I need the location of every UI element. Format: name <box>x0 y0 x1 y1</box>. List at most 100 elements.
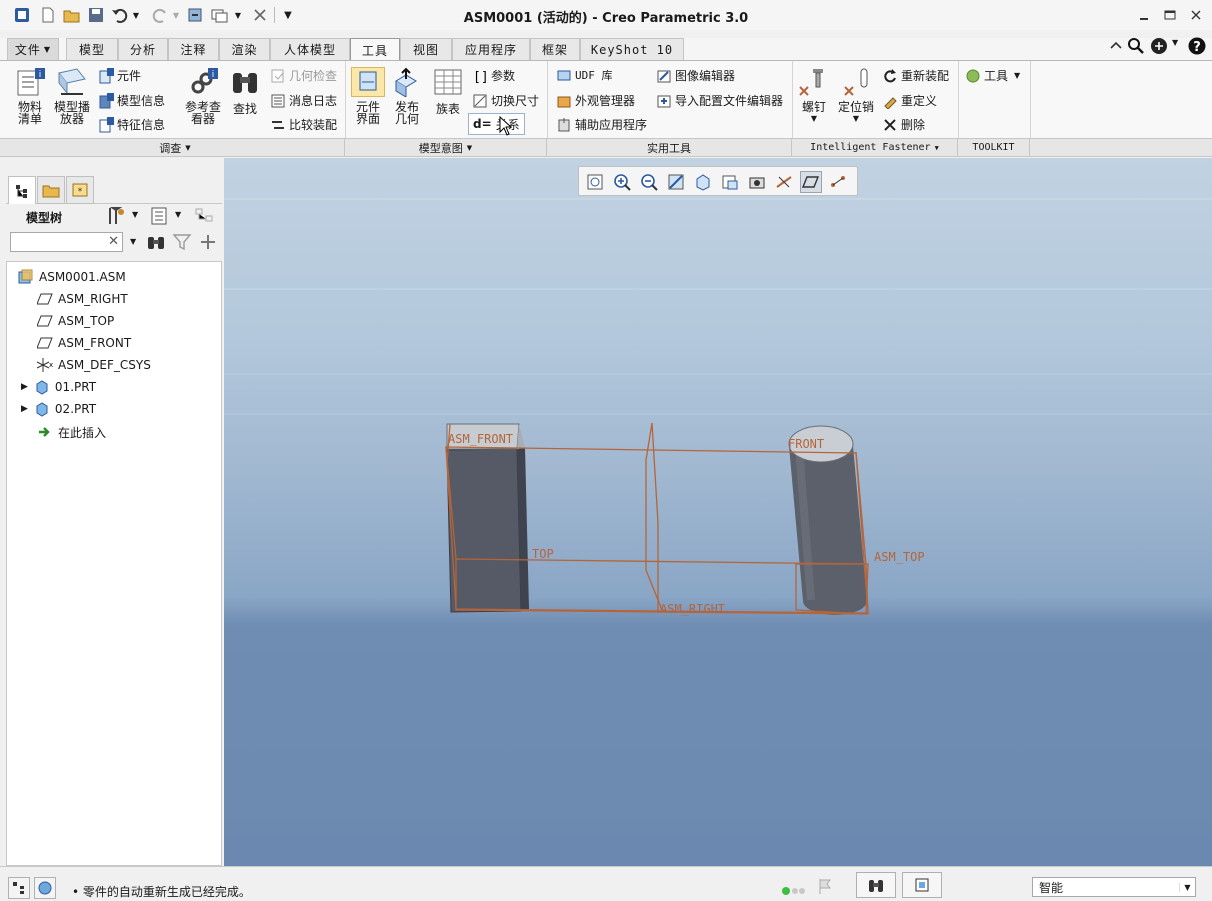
tree-settings-icon[interactable] <box>106 206 128 226</box>
parameters-button[interactable]: [] 参数 <box>472 67 515 85</box>
screw-button[interactable]: 螺钉 ▼ <box>796 67 832 125</box>
zoom-out-icon[interactable] <box>638 171 660 193</box>
tree-item-02-prt[interactable]: ▶ 02.PRT <box>21 398 96 420</box>
appearance-manager-button[interactable]: 外观管理器 <box>556 92 635 109</box>
tab-framework[interactable]: 框架 <box>530 38 580 60</box>
import-config-editor-button[interactable]: 导入配置文件编辑器 <box>656 92 783 109</box>
help-icon[interactable]: ? <box>1188 37 1206 55</box>
graphics-viewport[interactable]: ASM_FRONT TOP FRONT ASM_TOP ASM_RIGHT <box>224 158 1212 866</box>
tab-applications[interactable]: 应用程序 <box>452 38 530 60</box>
browser-icon[interactable] <box>34 877 56 899</box>
repaint-icon[interactable] <box>665 171 687 193</box>
feature-info-button[interactable]: 特征信息 <box>98 116 165 133</box>
tree-item-asm0001[interactable]: ASM0001.ASM <box>17 266 126 288</box>
auxiliary-apps-button[interactable]: 辅助应用程序 <box>556 116 647 133</box>
search-icon[interactable] <box>1127 37 1145 55</box>
regenerate-icon[interactable] <box>186 5 206 25</box>
group-model-intent[interactable]: 模型意图 ▼ <box>345 139 547 156</box>
switch-dimensions-button[interactable]: 切换尺寸 <box>472 92 539 109</box>
close-window-icon[interactable] <box>250 5 270 25</box>
community-icon[interactable] <box>1150 37 1168 55</box>
expand-arrow-icon[interactable]: ▶ <box>21 382 28 392</box>
collapse-ribbon-icon[interactable] <box>1108 38 1124 54</box>
filter-icon[interactable] <box>172 232 192 252</box>
undo-dropdown-icon[interactable]: ▼ <box>130 5 142 25</box>
spin-center-icon[interactable] <box>827 171 849 193</box>
add-icon[interactable] <box>198 232 218 252</box>
folder-browser-tab-icon[interactable] <box>37 176 65 204</box>
tab-model[interactable]: 模型 <box>66 38 118 60</box>
component-interface-button[interactable]: 元件 界面 <box>350 67 386 125</box>
redefine-button[interactable]: 重定义 <box>882 92 937 110</box>
flag-icon[interactable] <box>818 878 832 894</box>
app-menu-icon[interactable] <box>12 5 32 25</box>
group-investigate[interactable]: 调查 ▼ <box>6 139 345 156</box>
saved-orientations-icon[interactable] <box>692 171 714 193</box>
tree-item-01-prt[interactable]: ▶ 01.PRT <box>21 376 96 398</box>
zoom-in-icon[interactable] <box>611 171 633 193</box>
selection-filter-button[interactable] <box>902 872 942 898</box>
reference-viewer-button[interactable]: i 参考查 看器 <box>180 67 226 125</box>
delete-button[interactable]: 删除 <box>882 116 925 133</box>
chevron-down-icon[interactable]: ▼ <box>1179 882 1195 892</box>
toggle-navigator-icon[interactable] <box>8 877 30 899</box>
geometry-check-button[interactable]: 几何检查 <box>270 67 337 84</box>
tab-file[interactable]: 文件 ▼ <box>7 38 59 60</box>
box-part[interactable] <box>446 423 529 613</box>
tree-filters-icon[interactable] <box>194 206 216 226</box>
component-button[interactable]: 元件 <box>98 67 141 84</box>
tree-item-asm-top[interactable]: ASM_TOP <box>36 310 114 332</box>
model-player-button[interactable]: 模型播 放器 <box>50 67 94 125</box>
tree-settings-dropdown-icon[interactable]: ▼ <box>132 210 138 219</box>
windows-dropdown-icon[interactable]: ▼ <box>232 5 244 25</box>
tab-analysis[interactable]: 分析 <box>118 38 168 60</box>
model-tree-tab-icon[interactable] <box>8 176 36 204</box>
clear-search-icon[interactable]: ✕ <box>108 234 119 249</box>
tree-item-asm-front[interactable]: ASM_FRONT <box>36 332 131 354</box>
redo-dropdown-icon[interactable]: ▼ <box>170 5 182 25</box>
windows-icon[interactable] <box>210 5 230 25</box>
tab-tools[interactable]: 工具 <box>350 38 400 61</box>
datum-display-icon[interactable] <box>773 171 795 193</box>
save-icon[interactable] <box>86 5 106 25</box>
tab-render[interactable]: 渲染 <box>219 38 270 60</box>
tab-view[interactable]: 视图 <box>400 38 452 60</box>
tree-search-field[interactable]: ✕ <box>10 232 123 252</box>
find-button[interactable]: 查找 <box>226 67 264 115</box>
search-dropdown-icon[interactable]: ▼ <box>130 237 136 246</box>
toolkit-tools-button[interactable]: 工具 ▼ <box>965 67 1020 84</box>
refit-icon[interactable] <box>584 171 606 193</box>
redo-icon[interactable] <box>150 5 170 25</box>
minimize-button[interactable] <box>1132 6 1156 24</box>
relations-button[interactable]: d=关系 <box>468 113 525 135</box>
family-table-button[interactable]: 族表 <box>430 67 466 115</box>
new-icon[interactable] <box>38 5 58 25</box>
tab-keyshot[interactable]: KeyShot 10 <box>580 38 684 60</box>
dowel-button[interactable]: 定位销 ▼ <box>834 67 878 125</box>
tree-search-input[interactable] <box>11 233 106 251</box>
tree-item-asm-def-csys[interactable]: x ASM_DEF_CSYS <box>35 354 151 376</box>
expand-arrow-icon[interactable]: ▶ <box>21 404 28 414</box>
udf-library-button[interactable]: UDF 库 <box>556 67 613 83</box>
tree-columns-icon[interactable] <box>150 206 170 226</box>
undo-icon[interactable] <box>110 5 130 25</box>
image-editor-button[interactable]: 图像编辑器 <box>656 67 735 84</box>
tab-manikin[interactable]: 人体模型 <box>270 38 350 60</box>
find-button-status[interactable] <box>856 872 896 898</box>
compare-assembly-button[interactable]: 比较装配 <box>270 116 337 133</box>
group-intelligent-fastener[interactable]: Intelligent Fastener ▼ <box>792 139 958 156</box>
close-button[interactable] <box>1184 6 1208 24</box>
tree-item-asm-right[interactable]: ASM_RIGHT <box>36 288 128 310</box>
selection-filter-dropdown[interactable]: 智能 ▼ <box>1032 877 1196 897</box>
datum-planes-toggle-icon[interactable] <box>800 171 822 193</box>
customize-icon[interactable]: ▼ <box>278 5 298 25</box>
open-icon[interactable] <box>62 5 82 25</box>
reassemble-button[interactable]: 重新装配 <box>882 67 949 84</box>
model-info-button[interactable]: 模型信息 <box>98 92 165 109</box>
favorites-tab-icon[interactable]: * <box>66 176 94 204</box>
view-manager-icon[interactable] <box>719 171 741 193</box>
perspective-view-icon[interactable] <box>746 171 768 193</box>
publish-geometry-button[interactable]: 发布 几何 <box>388 67 426 125</box>
cylinder-part[interactable] <box>788 425 867 615</box>
find-binoculars-icon[interactable] <box>146 232 166 252</box>
